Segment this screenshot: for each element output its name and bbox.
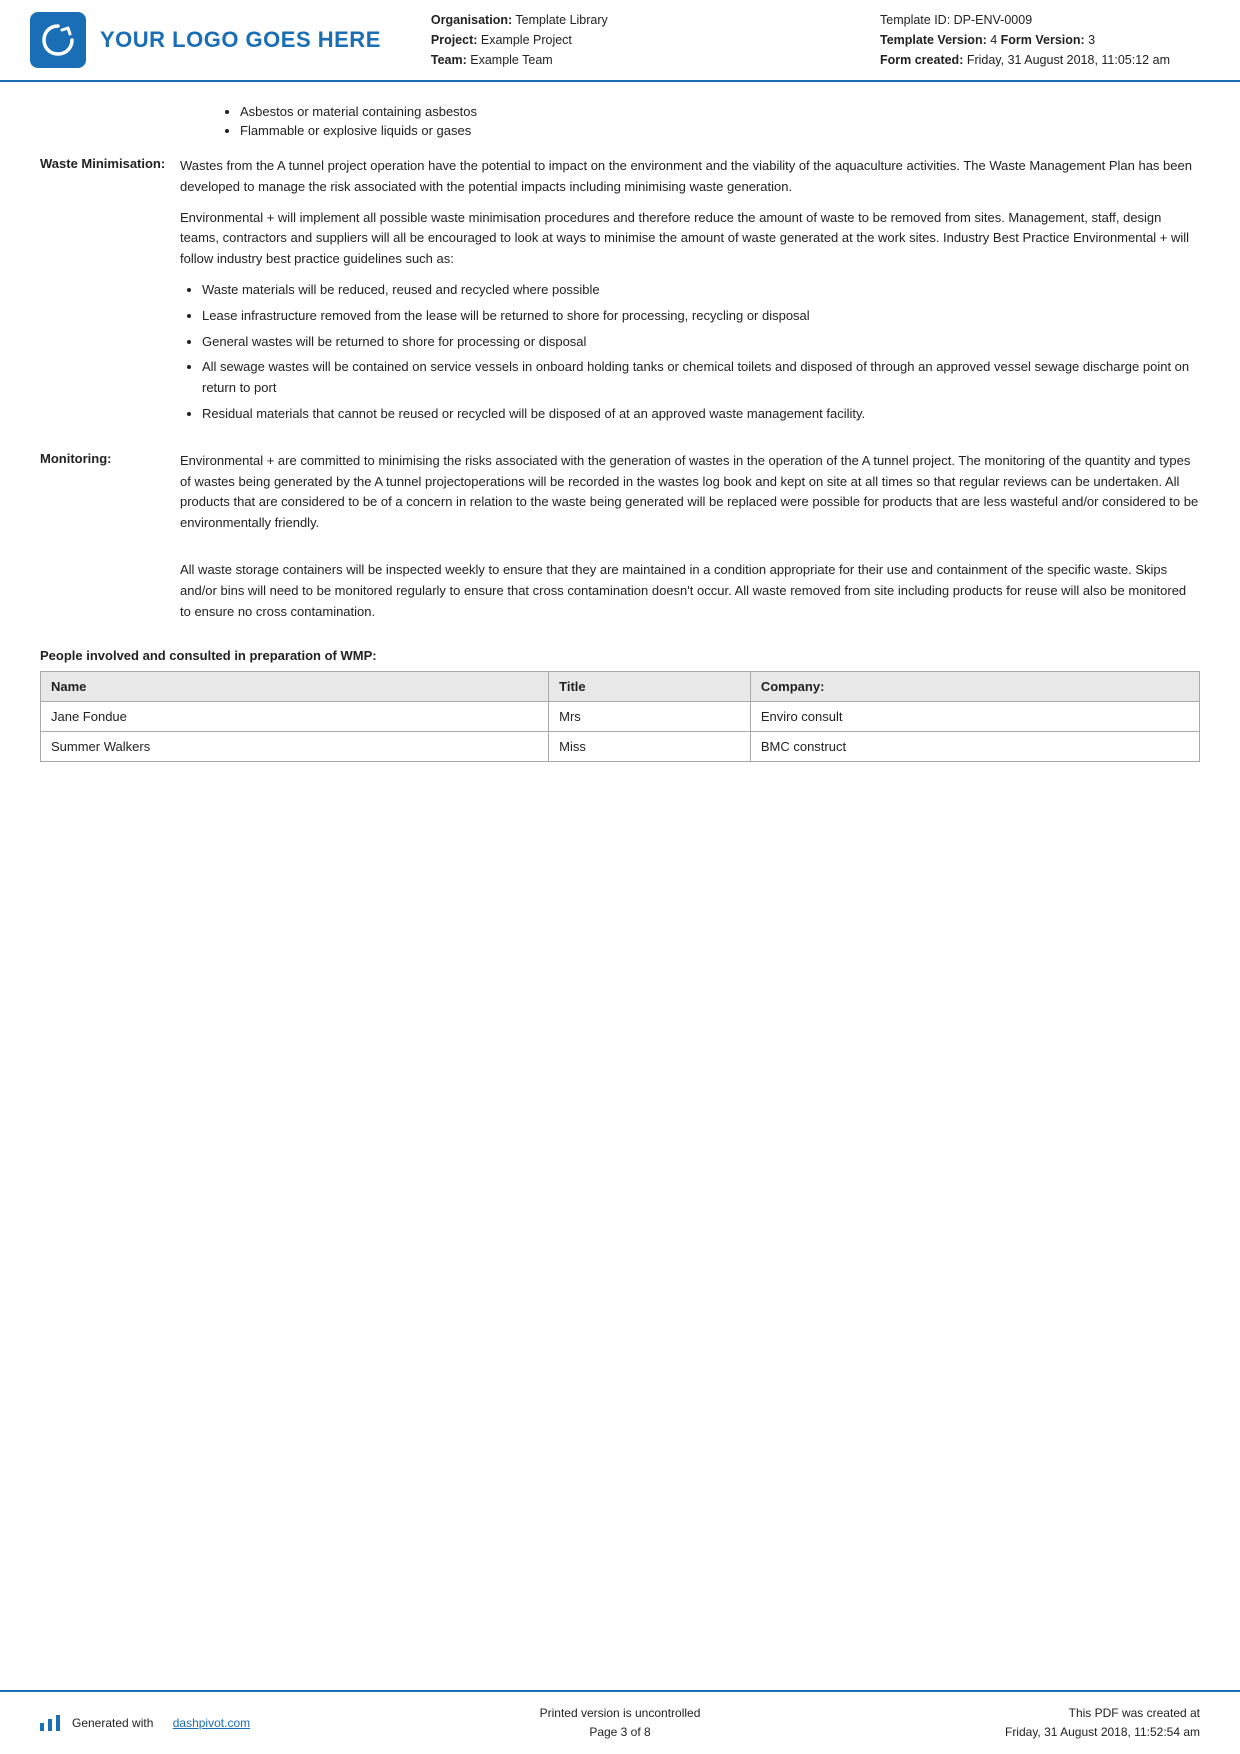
footer-left: Generated with dashpivot.com xyxy=(40,1715,427,1731)
waste-para2: Environmental + will implement all possi… xyxy=(180,208,1200,270)
content: Asbestos or material containing asbestos… xyxy=(0,82,1240,1690)
waste-minimisation-label: Waste Minimisation: xyxy=(40,156,180,435)
footer: Generated with dashpivot.com Printed ver… xyxy=(0,1690,1240,1754)
table-row: Summer Walkers Miss BMC construct xyxy=(41,732,1200,762)
form-created-line: Form created: Friday, 31 August 2018, 11… xyxy=(880,50,1200,70)
list-item: Waste materials will be reduced, reused … xyxy=(202,280,1200,301)
col-title-header: Title xyxy=(549,672,751,702)
template-id-line: Template ID: DP-ENV-0009 xyxy=(880,10,1200,30)
top-bullets-section: Asbestos or material containing asbestos… xyxy=(220,104,1200,138)
row2-name: Summer Walkers xyxy=(41,732,549,762)
dashpivot-icon xyxy=(40,1715,60,1731)
list-item: Asbestos or material containing asbestos xyxy=(240,104,1200,119)
row2-company: BMC construct xyxy=(750,732,1199,762)
template-version-line: Template Version: 4 Form Version: 3 xyxy=(880,30,1200,50)
row1-name: Jane Fondue xyxy=(41,702,549,732)
monitoring-section: Monitoring: Environmental + are committe… xyxy=(40,451,1200,544)
list-item: General wastes will be returned to shore… xyxy=(202,332,1200,353)
dashpivot-link[interactable]: dashpivot.com xyxy=(173,1716,250,1730)
generated-text: Generated with xyxy=(72,1716,153,1730)
table-header-row: Name Title Company: xyxy=(41,672,1200,702)
top-bullet-list: Asbestos or material containing asbestos… xyxy=(220,104,1200,138)
monitoring-para1: Environmental + are committed to minimis… xyxy=(180,451,1200,534)
team-line: Team: Example Team xyxy=(431,50,860,70)
footer-right: This PDF was created at Friday, 31 Augus… xyxy=(813,1704,1200,1742)
header-right: Template ID: DP-ENV-0009 Template Versio… xyxy=(880,10,1200,70)
footer-right-line1: This PDF was created at xyxy=(813,1704,1200,1723)
list-item: Lease infrastructure removed from the le… xyxy=(202,306,1200,327)
footer-page-number: Page 3 of 8 xyxy=(427,1723,814,1742)
list-item: Residual materials that cannot be reused… xyxy=(202,404,1200,425)
org-line: Organisation: Template Library xyxy=(431,10,860,30)
waste-minimisation-body: Wastes from the A tunnel project operati… xyxy=(180,156,1200,435)
list-item: Flammable or explosive liquids or gases xyxy=(240,123,1200,138)
col-company-header: Company: xyxy=(750,672,1199,702)
logo-section: YOUR LOGO GOES HERE xyxy=(30,10,381,70)
footer-center: Printed version is uncontrolled Page 3 o… xyxy=(427,1704,814,1742)
footer-right-line2: Friday, 31 August 2018, 11:52:54 am xyxy=(813,1723,1200,1742)
waste-para1: Wastes from the A tunnel project operati… xyxy=(180,156,1200,198)
list-item: All sewage wastes will be contained on s… xyxy=(202,357,1200,399)
monitoring-body2: All waste storage containers will be ins… xyxy=(180,560,1200,632)
monitoring-label: Monitoring: xyxy=(40,451,180,544)
col-name-header: Name xyxy=(41,672,549,702)
monitoring-body: Environmental + are committed to minimis… xyxy=(180,451,1200,544)
row1-company: Enviro consult xyxy=(750,702,1199,732)
people-table: Name Title Company: Jane Fondue Mrs Envi… xyxy=(40,671,1200,762)
logo-text: YOUR LOGO GOES HERE xyxy=(100,27,381,53)
project-line: Project: Example Project xyxy=(431,30,860,50)
waste-minimisation-section: Waste Minimisation: Wastes from the A tu… xyxy=(40,156,1200,435)
people-section: People involved and consulted in prepara… xyxy=(40,648,1200,762)
people-heading: People involved and consulted in prepara… xyxy=(40,648,1200,663)
footer-center-line1: Printed version is uncontrolled xyxy=(427,1704,814,1723)
row1-title: Mrs xyxy=(549,702,751,732)
row2-title: Miss xyxy=(549,732,751,762)
header-meta: Organisation: Template Library Project: … xyxy=(401,10,860,70)
logo-icon xyxy=(30,12,86,68)
waste-bullet-list: Waste materials will be reduced, reused … xyxy=(180,280,1200,425)
monitoring-para2: All waste storage containers will be ins… xyxy=(180,560,1200,622)
table-row: Jane Fondue Mrs Enviro consult xyxy=(41,702,1200,732)
page: YOUR LOGO GOES HERE Organisation: Templa… xyxy=(0,0,1240,1754)
monitoring-second-row: All waste storage containers will be ins… xyxy=(40,560,1200,632)
header: YOUR LOGO GOES HERE Organisation: Templa… xyxy=(0,0,1240,82)
